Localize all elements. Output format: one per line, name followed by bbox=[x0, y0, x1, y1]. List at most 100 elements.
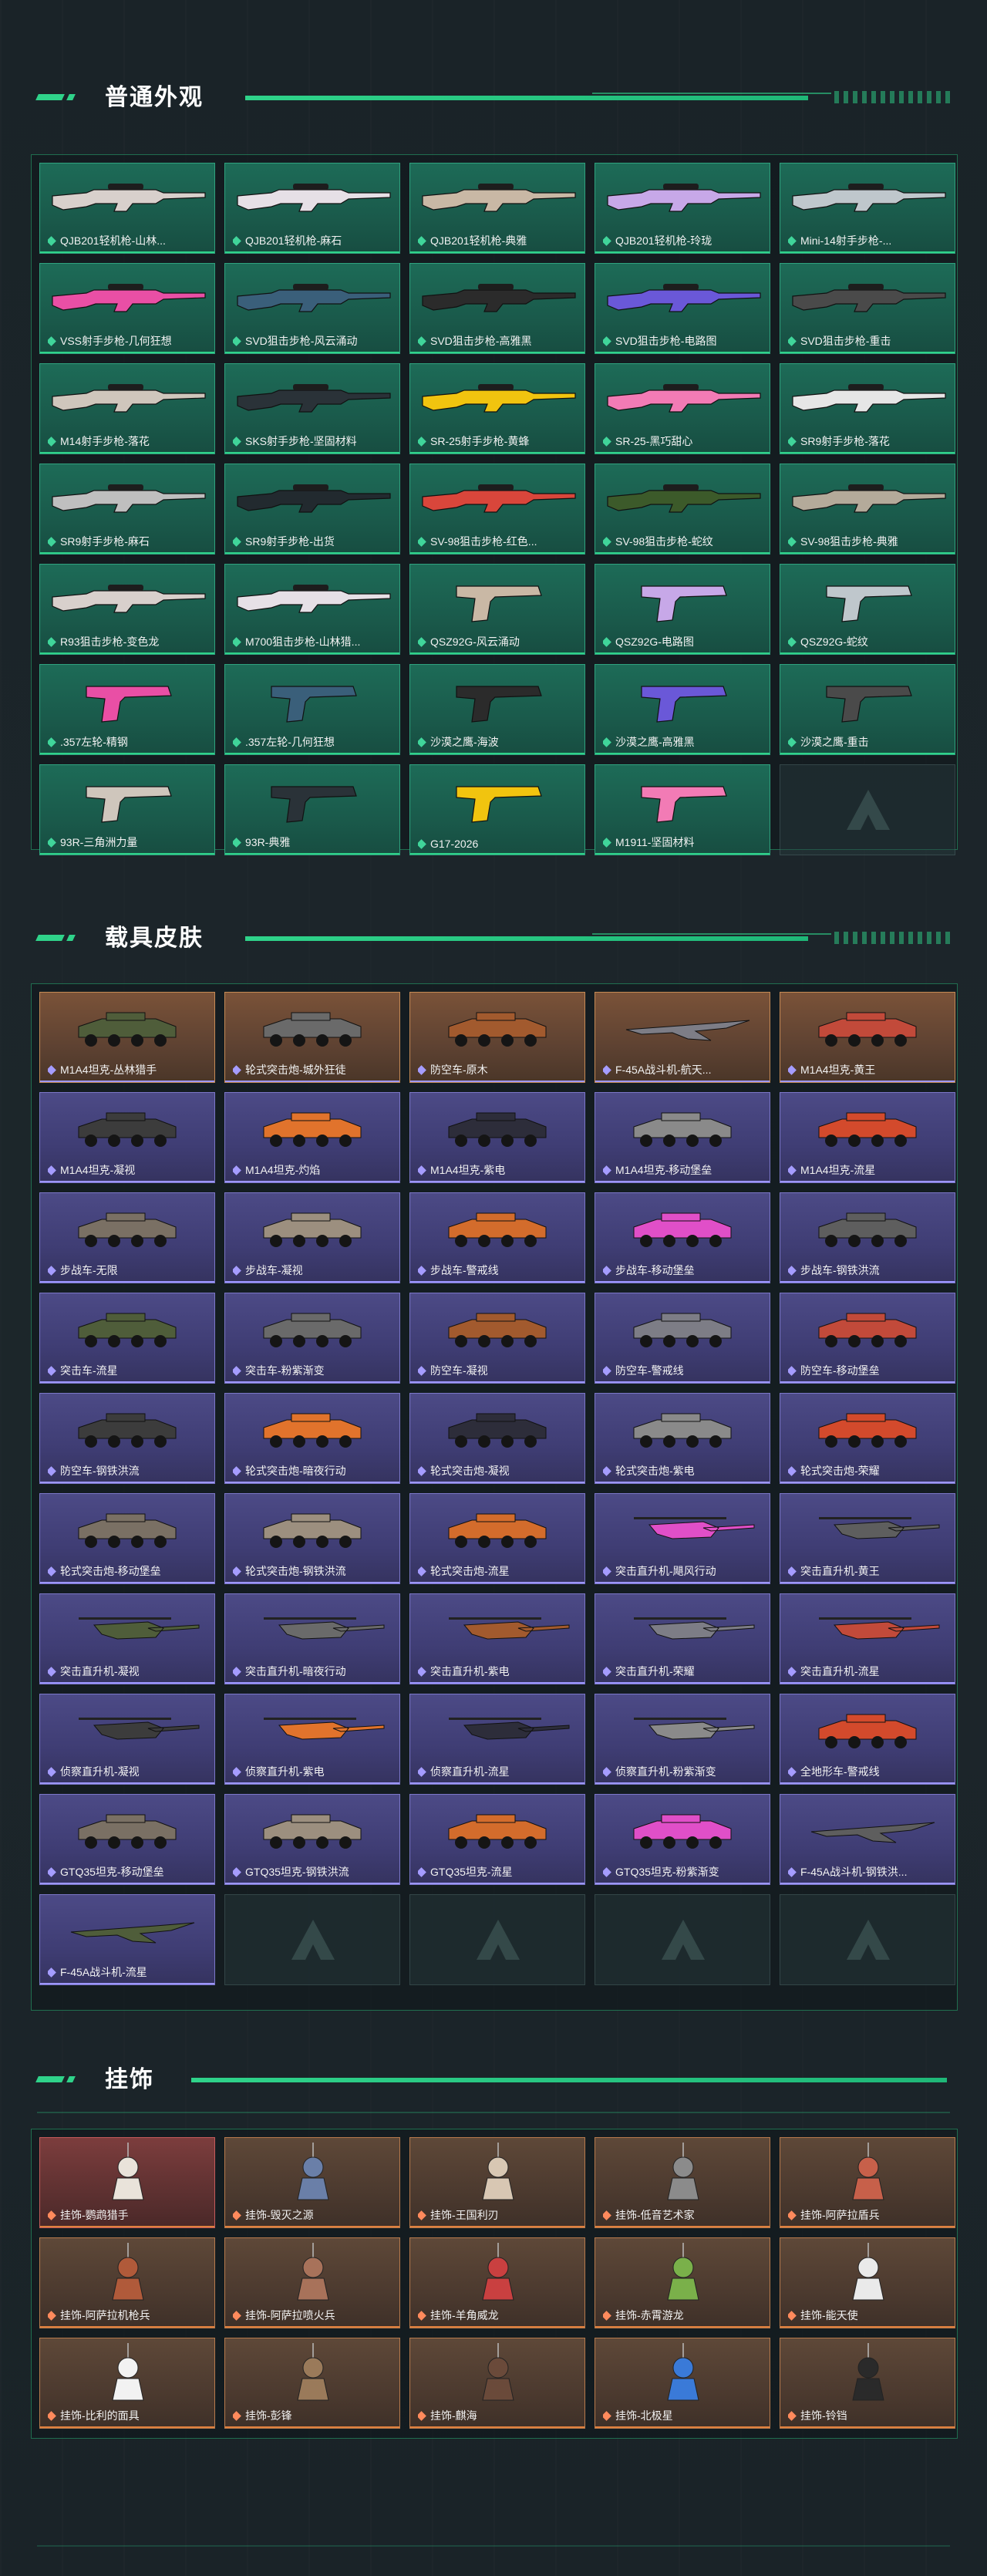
vehicle-card[interactable]: 侦察直升机-紫电 bbox=[224, 1694, 400, 1785]
weapon-card[interactable]: QJB201轻机枪-麻石 bbox=[224, 163, 400, 254]
vehicle-card[interactable]: 轮式突击炮-城外狂徒 bbox=[224, 992, 400, 1083]
vehicle-card[interactable]: 突击车-粉紫渐变 bbox=[224, 1293, 400, 1384]
accessory-card[interactable]: 挂饰-比利的面具 bbox=[39, 2338, 215, 2429]
vehicle-card[interactable]: 侦察直升机-流星 bbox=[409, 1694, 585, 1785]
vehicle-card[interactable]: 轮式突击炮-暗夜行动 bbox=[224, 1393, 400, 1484]
vehicle-card[interactable]: 步战车-无限 bbox=[39, 1192, 215, 1283]
vehicle-card[interactable]: 轮式突击炮-移动堡垒 bbox=[39, 1493, 215, 1584]
weapon-card[interactable]: SKS射手步枪-坚固材料 bbox=[224, 363, 400, 454]
accessory-card[interactable]: 挂饰-毁灭之源 bbox=[224, 2137, 400, 2228]
weapon-card[interactable]: QSZ92G-蛇纹 bbox=[780, 564, 955, 655]
weapon-card[interactable]: SR9射手步枪-麻石 bbox=[39, 464, 215, 555]
vehicle-card[interactable]: 突击直升机-暗夜行动 bbox=[224, 1593, 400, 1684]
vehicle-card[interactable]: 步战车-钢铁洪流 bbox=[780, 1192, 955, 1283]
vehicle-card[interactable]: M1A4坦克-紫电 bbox=[409, 1092, 585, 1183]
rarity-diamond-icon bbox=[48, 737, 56, 747]
weapon-card[interactable]: SVD狙击步枪-风云涌动 bbox=[224, 263, 400, 354]
vehicle-name: GTQ35坦克-粉紫渐变 bbox=[603, 1864, 719, 1880]
accessory-card[interactable]: 挂饰-王国利刃 bbox=[409, 2137, 585, 2228]
vehicle-card[interactable]: F-45A战斗机-流星 bbox=[39, 1894, 215, 1985]
vehicle-card[interactable]: 突击直升机-凝视 bbox=[39, 1593, 215, 1684]
weapon-card[interactable]: SR9射手步枪-落花 bbox=[780, 363, 955, 454]
weapon-card[interactable]: Mini-14射手步枪-... bbox=[780, 163, 955, 254]
weapon-card[interactable]: QJB201轻机枪-山林... bbox=[39, 163, 215, 254]
vehicle-card[interactable]: 防空车-警戒线 bbox=[595, 1293, 770, 1384]
accessory-card[interactable]: 挂饰-阿萨拉喷火兵 bbox=[224, 2237, 400, 2328]
vehicle-card[interactable]: 轮式突击炮-紫电 bbox=[595, 1393, 770, 1484]
accessory-card[interactable]: 挂饰-能天使 bbox=[780, 2237, 955, 2328]
accessory-card[interactable]: 挂饰-北极星 bbox=[595, 2338, 770, 2429]
vehicle-card[interactable]: M1A4坦克-灼焰 bbox=[224, 1092, 400, 1183]
weapon-card[interactable]: M700狙击步枪-山林猎... bbox=[224, 564, 400, 655]
vehicle-name: 防空车-移动堡垒 bbox=[788, 1363, 880, 1378]
weapon-card[interactable]: M1911-坚固材料 bbox=[595, 764, 770, 855]
vehicle-card[interactable]: GTQ35坦克-移动堡垒 bbox=[39, 1794, 215, 1885]
weapon-card[interactable]: 沙漠之鹰-高雅黑 bbox=[595, 664, 770, 755]
weapon-card[interactable]: 沙漠之鹰-重击 bbox=[780, 664, 955, 755]
weapon-card[interactable]: M14射手步枪-落花 bbox=[39, 363, 215, 454]
accessory-card[interactable]: 挂饰-鹦鹉猎手 bbox=[39, 2137, 215, 2228]
weapon-card[interactable]: SVD狙击步枪-电路图 bbox=[595, 263, 770, 354]
weapon-card[interactable]: 沙漠之鹰-海波 bbox=[409, 664, 585, 755]
vehicle-card[interactable]: 突击直升机-荣耀 bbox=[595, 1593, 770, 1684]
vehicle-card[interactable]: 轮式突击炮-钢铁洪流 bbox=[224, 1493, 400, 1584]
vehicle-card[interactable]: F-45A战斗机-钢铁洪... bbox=[780, 1794, 955, 1885]
accessory-card[interactable]: 挂饰-阿萨拉盾兵 bbox=[780, 2137, 955, 2228]
weapon-card[interactable]: SV-98狙击步枪-典雅 bbox=[780, 464, 955, 555]
weapon-card[interactable]: SVD狙击步枪-高雅黑 bbox=[409, 263, 585, 354]
accessory-card[interactable]: 挂饰-低音艺术家 bbox=[595, 2137, 770, 2228]
vehicle-card[interactable]: M1A4坦克-黄王 bbox=[780, 992, 955, 1083]
vehicle-card[interactable]: M1A4坦克-凝视 bbox=[39, 1092, 215, 1183]
vehicle-card[interactable]: 步战车-警戒线 bbox=[409, 1192, 585, 1283]
vehicle-card[interactable]: 防空车-移动堡垒 bbox=[780, 1293, 955, 1384]
vehicle-card[interactable]: 防空车-钢铁洪流 bbox=[39, 1393, 215, 1484]
vehicle-card[interactable]: GTQ35坦克-流星 bbox=[409, 1794, 585, 1885]
accessory-card[interactable]: 挂饰-麒海 bbox=[409, 2338, 585, 2429]
weapon-card[interactable]: QJB201轻机枪-典雅 bbox=[409, 163, 585, 254]
vehicle-card[interactable]: M1A4坦克-流星 bbox=[780, 1092, 955, 1183]
vehicle-card[interactable]: 步战车-移动堡垒 bbox=[595, 1192, 770, 1283]
vehicle-card[interactable]: 侦察直升机-粉紫渐变 bbox=[595, 1694, 770, 1785]
vehicle-card[interactable]: 轮式突击炮-荣耀 bbox=[780, 1393, 955, 1484]
weapon-card[interactable]: 93R-三角洲力量 bbox=[39, 764, 215, 855]
vehicle-card[interactable]: 突击直升机-紫电 bbox=[409, 1593, 585, 1684]
weapon-card[interactable]: .357左轮-几何狂想 bbox=[224, 664, 400, 755]
vehicle-label: 突击车-流星 bbox=[60, 1364, 118, 1377]
vehicle-card[interactable]: M1A4坦克-移动堡垒 bbox=[595, 1092, 770, 1183]
vehicle-card[interactable]: M1A4坦克-丛林猎手 bbox=[39, 992, 215, 1083]
weapon-card[interactable]: SR9射手步枪-出货 bbox=[224, 464, 400, 555]
vehicle-card[interactable]: 突击直升机-飓风行动 bbox=[595, 1493, 770, 1584]
weapon-card[interactable]: G17-2026 bbox=[409, 764, 585, 855]
vehicle-card[interactable]: 防空车-原木 bbox=[409, 992, 585, 1083]
weapon-card[interactable]: 93R-典雅 bbox=[224, 764, 400, 855]
vehicle-card[interactable]: 轮式突击炮-凝视 bbox=[409, 1393, 585, 1484]
weapon-card[interactable]: SR-25射手步枪-黄蜂 bbox=[409, 363, 585, 454]
vehicle-card[interactable]: 轮式突击炮-流星 bbox=[409, 1493, 585, 1584]
vehicle-card[interactable]: 突击车-流星 bbox=[39, 1293, 215, 1384]
accessory-card[interactable]: 挂饰-羊角威龙 bbox=[409, 2237, 585, 2328]
accessory-card[interactable]: 挂饰-彭锋 bbox=[224, 2338, 400, 2429]
vehicle-card[interactable]: GTQ35坦克-粉紫渐变 bbox=[595, 1794, 770, 1885]
weapon-card[interactable]: QSZ92G-风云涌动 bbox=[409, 564, 585, 655]
vehicle-card[interactable]: GTQ35坦克-钢铁洪流 bbox=[224, 1794, 400, 1885]
weapon-card[interactable]: SR-25-黑巧甜心 bbox=[595, 363, 770, 454]
vehicle-card[interactable]: 侦察直升机-凝视 bbox=[39, 1694, 215, 1785]
accessory-name: 挂饰-麒海 bbox=[418, 2408, 477, 2423]
weapon-card[interactable]: SV-98狙击步枪-蛇纹 bbox=[595, 464, 770, 555]
vehicle-card[interactable]: 步战车-凝视 bbox=[224, 1192, 400, 1283]
vehicle-card[interactable]: 全地形车-警戒线 bbox=[780, 1694, 955, 1785]
weapon-card[interactable]: R93狙击步枪-变色龙 bbox=[39, 564, 215, 655]
weapon-card[interactable]: QJB201轻机枪-玲珑 bbox=[595, 163, 770, 254]
vehicle-card[interactable]: 防空车-凝视 bbox=[409, 1293, 585, 1384]
weapon-card[interactable]: SVD狙击步枪-重击 bbox=[780, 263, 955, 354]
weapon-card[interactable]: .357左轮-精钢 bbox=[39, 664, 215, 755]
weapon-card[interactable]: VSS射手步枪-几何狂想 bbox=[39, 263, 215, 354]
vehicle-card[interactable]: 突击直升机-黄王 bbox=[780, 1493, 955, 1584]
vehicle-card[interactable]: 突击直升机-流星 bbox=[780, 1593, 955, 1684]
vehicle-card[interactable]: F-45A战斗机-航天... bbox=[595, 992, 770, 1083]
weapon-card[interactable]: SV-98狙击步枪-红色... bbox=[409, 464, 585, 555]
accessory-card[interactable]: 挂饰-铃铛 bbox=[780, 2338, 955, 2429]
weapon-card[interactable]: QSZ92G-电路图 bbox=[595, 564, 770, 655]
accessory-card[interactable]: 挂饰-阿萨拉机枪兵 bbox=[39, 2237, 215, 2328]
accessory-card[interactable]: 挂饰-赤霄游龙 bbox=[595, 2237, 770, 2328]
